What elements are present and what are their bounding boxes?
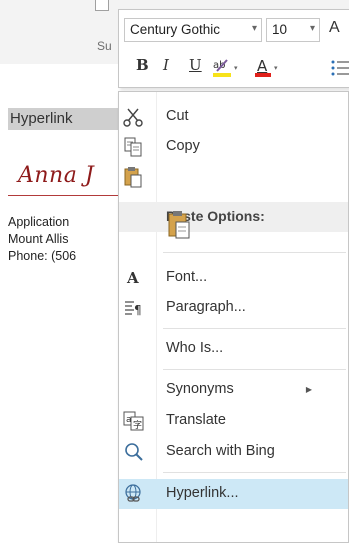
mini-toolbar: Century Gothic ▾ 10 ▾ A B I U ab ▾ A ▾	[118, 9, 349, 88]
document-body: Application Mount Allis Phone: (506	[8, 214, 76, 265]
menu-item-cut[interactable]: Cut	[119, 102, 348, 132]
svg-text:¶: ¶	[134, 303, 142, 317]
ribbon-label-fragment: Su	[97, 39, 112, 53]
signature: Anna J	[18, 163, 95, 188]
font-size-combobox[interactable]: 10 ▾	[266, 18, 320, 42]
underline-button[interactable]: U	[189, 56, 202, 80]
italic-button[interactable]: I	[163, 56, 169, 80]
grow-font-icon[interactable]: A	[329, 19, 340, 37]
menu-item-translate[interactable]: a 字 Translate	[119, 406, 348, 436]
menu-item-synonyms[interactable]: Synonyms ▶	[119, 375, 348, 405]
keep-text-only-paste-button[interactable]	[164, 210, 200, 244]
menu-item-who-is[interactable]: Who Is...	[119, 334, 348, 364]
selected-document-text[interactable]: Hyperlink	[10, 110, 73, 127]
document-line: Mount Allis	[8, 232, 69, 246]
font-size-value: 10	[272, 22, 288, 37]
font-name-value: Century Gothic	[130, 22, 221, 37]
paste-options-header: Paste Options:	[119, 202, 348, 232]
paragraph-icon: ¶	[122, 297, 146, 319]
svg-text:A: A	[257, 57, 268, 75]
menu-item-hyperlink[interactable]: Hyperlink...	[119, 479, 348, 509]
menu-item-label: Font...	[166, 269, 208, 285]
svg-text:字: 字	[133, 419, 142, 431]
search-icon	[122, 441, 146, 463]
menu-separator	[163, 252, 346, 253]
menu-item-label: Search with Bing	[166, 443, 275, 459]
font-size-dropdown-icon[interactable]: ▾	[310, 23, 315, 34]
menu-item-label: Synonyms	[166, 381, 234, 397]
font-name-combobox[interactable]: Century Gothic ▾	[124, 18, 262, 42]
bold-button[interactable]: B	[136, 56, 149, 80]
menu-item-copy[interactable]: Copy	[119, 132, 348, 162]
translate-icon: a 字	[122, 410, 146, 432]
svg-text:A: A	[126, 269, 139, 287]
menu-item-label: Translate	[166, 412, 226, 428]
menu-item-search-with-bing[interactable]: Search with Bing	[119, 437, 348, 467]
signature-line	[8, 195, 120, 196]
menu-item-paragraph[interactable]: ¶ Paragraph...	[119, 293, 348, 323]
menu-item-label: Copy	[166, 138, 200, 154]
scissors-icon	[122, 106, 146, 128]
menu-separator	[163, 328, 346, 329]
svg-text:▾: ▾	[274, 65, 278, 72]
font-color-icon[interactable]: A ▾	[253, 56, 283, 80]
menu-item-label: Hyperlink...	[166, 485, 239, 501]
menu-item-label: Cut	[166, 108, 189, 124]
svg-text:▾: ▾	[234, 65, 238, 72]
document-line: Phone: (506	[8, 249, 77, 263]
menu-item-label: Paragraph...	[166, 299, 246, 315]
submenu-arrow-icon: ▶	[305, 385, 312, 394]
font-icon: A	[122, 267, 146, 289]
clipboard-icon	[164, 211, 194, 244]
document-line: Application	[8, 215, 70, 229]
font-name-dropdown-icon[interactable]: ▾	[252, 23, 257, 34]
link-icon	[122, 483, 146, 505]
ribbon-checkbox[interactable]	[95, 0, 109, 11]
menu-item-font[interactable]: A Font...	[119, 263, 348, 293]
paste-icon	[122, 166, 146, 188]
menu-separator	[163, 369, 346, 370]
highlight-color-icon[interactable]: ab ▾	[211, 56, 241, 80]
menu-separator	[163, 472, 346, 473]
menu-item-label: Who Is...	[166, 340, 224, 356]
bullets-icon[interactable]	[330, 56, 349, 80]
context-menu: Cut Copy Paste Options: A Font... ¶ Para…	[118, 91, 349, 543]
copy-icon	[122, 136, 146, 158]
